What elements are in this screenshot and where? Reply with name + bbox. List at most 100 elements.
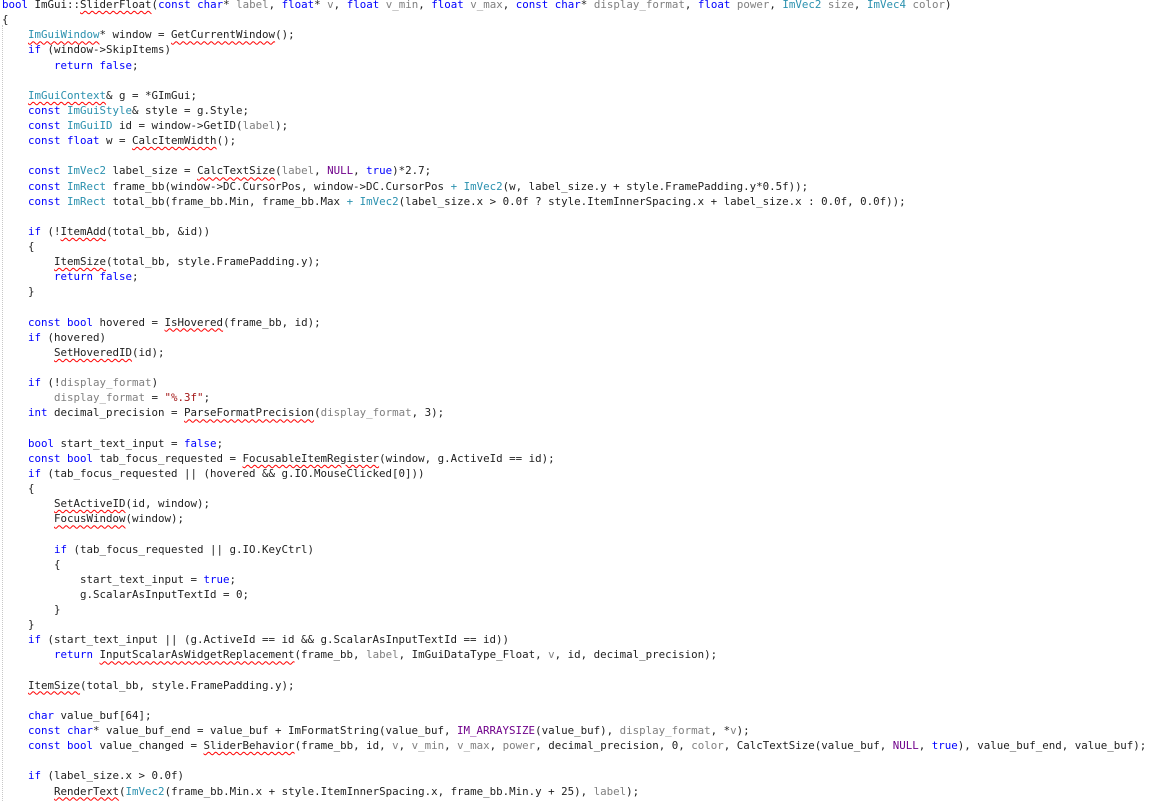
code-line[interactable]: }: [2, 284, 1146, 299]
code-line[interactable]: const ImGuiID id = window->GetID(label);: [2, 118, 1146, 133]
code-line[interactable]: return false;: [2, 269, 1146, 284]
code-line[interactable]: return InputScalarAsWidgetReplacement(fr…: [2, 647, 1146, 662]
code-line[interactable]: g.ScalarAsInputTextId = 0;: [2, 587, 1146, 602]
code-token: true: [931, 739, 958, 753]
code-token: start_text_input =: [60, 436, 185, 450]
code-line[interactable]: const bool tab_focus_requested = Focusab…: [2, 451, 1146, 466]
code-line[interactable]: ItemSize(total_bb, style.FramePadding.y)…: [2, 678, 1146, 693]
code-token: SetHoveredID: [54, 345, 133, 359]
code-line[interactable]: [2, 663, 1146, 678]
code-line[interactable]: const ImRect frame_bb(window->DC.CursorP…: [2, 179, 1146, 194]
code-token: display_format: [619, 724, 711, 737]
code-line[interactable]: {: [2, 12, 1146, 27]
code-token: float: [431, 0, 471, 11]
code-line[interactable]: ImGuiWindow* window = GetCurrentWindow()…: [2, 27, 1146, 42]
code-editor[interactable]: bool ImGui::SliderFloat(const char* labe…: [0, 0, 1158, 801]
code-token: , ImGuiDataType_Float,: [398, 648, 549, 662]
code-line[interactable]: ItemSize(total_bb, style.FramePadding.y)…: [2, 254, 1146, 269]
code-line[interactable]: bool ImGui::SliderFloat(const char* labe…: [2, 0, 1146, 12]
code-token: const: [28, 194, 68, 208]
code-token: bool: [28, 436, 61, 450]
code-line[interactable]: const ImVec2 label_size = CalcTextSize(l…: [2, 163, 1146, 178]
code-line[interactable]: if (start_text_input || (g.ActiveId == i…: [2, 632, 1146, 647]
code-token: ImGuiID: [67, 119, 120, 132]
code-token: SliderBehavior: [203, 739, 295, 753]
code-line[interactable]: const bool value_changed = SliderBehavio…: [2, 738, 1146, 753]
code-line[interactable]: [2, 693, 1146, 708]
code-line[interactable]: if (!ItemAdd(total_bb, &id)): [2, 224, 1146, 239]
code-line[interactable]: SetActiveID(id, window);: [2, 496, 1146, 511]
code-line[interactable]: const ImRect total_bb(frame_bb.Min, fram…: [2, 194, 1146, 209]
code-token: );: [275, 119, 289, 132]
code-token: value_changed =: [99, 739, 204, 753]
code-line[interactable]: ImGuiContext& g = *GImGui;: [2, 88, 1146, 103]
code-token: (window->SkipItems): [47, 43, 172, 57]
code-line[interactable]: return false;: [2, 58, 1146, 73]
code-token: bool: [2, 0, 35, 11]
code-token: ItemSize: [28, 678, 81, 692]
code-line[interactable]: if (label_size.x > 0.0f): [2, 768, 1146, 783]
code-line[interactable]: [2, 300, 1146, 315]
code-line[interactable]: [2, 360, 1146, 375]
code-line[interactable]: [2, 421, 1146, 436]
code-line[interactable]: [2, 148, 1146, 163]
code-line[interactable]: [2, 209, 1146, 224]
code-token: label: [242, 119, 276, 132]
code-line[interactable]: if (hovered): [2, 330, 1146, 345]
code-line[interactable]: {: [2, 239, 1146, 254]
code-line[interactable]: [2, 753, 1146, 768]
code-line[interactable]: const char* value_buf_end = value_buf + …: [2, 723, 1146, 738]
code-line[interactable]: const float w = CalcItemWidth();: [2, 133, 1146, 148]
code-line[interactable]: if (tab_focus_requested || (hovered && g…: [2, 466, 1146, 481]
code-token: (frame_bb.Min.x + style.ItemInnerSpacing…: [164, 784, 594, 798]
code-line[interactable]: SetHoveredID(id);: [2, 345, 1146, 360]
code-token: true: [366, 164, 393, 178]
code-line[interactable]: }: [2, 617, 1146, 632]
code-token: ImRect: [67, 194, 113, 208]
code-text-area[interactable]: bool ImGui::SliderFloat(const char* labe…: [2, 0, 1146, 799]
code-token: (window, g.ActiveId == id);: [379, 451, 555, 465]
code-token: const bool: [28, 315, 100, 329]
code-token: (start_text_input || (g.ActiveId == id &…: [47, 633, 510, 647]
code-token: }: [2, 603, 61, 616]
code-token: false: [184, 436, 217, 450]
code-line[interactable]: [2, 526, 1146, 541]
code-line[interactable]: char value_buf[64];: [2, 708, 1146, 723]
code-token: ImGui::: [34, 0, 81, 11]
code-token: if: [28, 43, 48, 57]
code-token: const: [28, 179, 68, 193]
code-token: label: [236, 0, 269, 11]
code-token: (label_size.x > 0.0f): [47, 769, 185, 783]
code-line[interactable]: const bool hovered = IsHovered(frame_bb,…: [2, 315, 1146, 330]
code-line[interactable]: RenderText(ImVec2(frame_bb.Min.x + style…: [2, 784, 1146, 799]
code-line[interactable]: [2, 73, 1146, 88]
code-line[interactable]: int decimal_precision = ParseFormatPreci…: [2, 405, 1146, 420]
code-line[interactable]: if (!display_format): [2, 375, 1146, 390]
code-line[interactable]: const ImGuiStyle& style = g.Style;: [2, 103, 1146, 118]
code-line[interactable]: FocusWindow(window);: [2, 511, 1146, 526]
code-line[interactable]: if (tab_focus_requested || g.IO.KeyCtrl): [2, 542, 1146, 557]
code-token: SliderFloat: [80, 0, 152, 11]
code-token: v_max: [457, 739, 490, 753]
code-token: ,: [398, 739, 412, 753]
code-line[interactable]: }: [2, 602, 1146, 617]
code-token: InputScalarAsWidgetReplacement: [99, 648, 295, 662]
code-token: display_format: [54, 391, 152, 405]
code-line[interactable]: {: [2, 481, 1146, 496]
code-token: (window);: [125, 512, 185, 526]
code-line[interactable]: {: [2, 557, 1146, 572]
code-line[interactable]: if (window->SkipItems): [2, 42, 1146, 57]
code-line[interactable]: start_text_input = true;: [2, 572, 1146, 587]
code-line[interactable]: display_format = "%.3f";: [2, 390, 1146, 405]
code-token: {: [2, 13, 9, 27]
code-line[interactable]: bool start_text_input = false;: [2, 436, 1146, 451]
